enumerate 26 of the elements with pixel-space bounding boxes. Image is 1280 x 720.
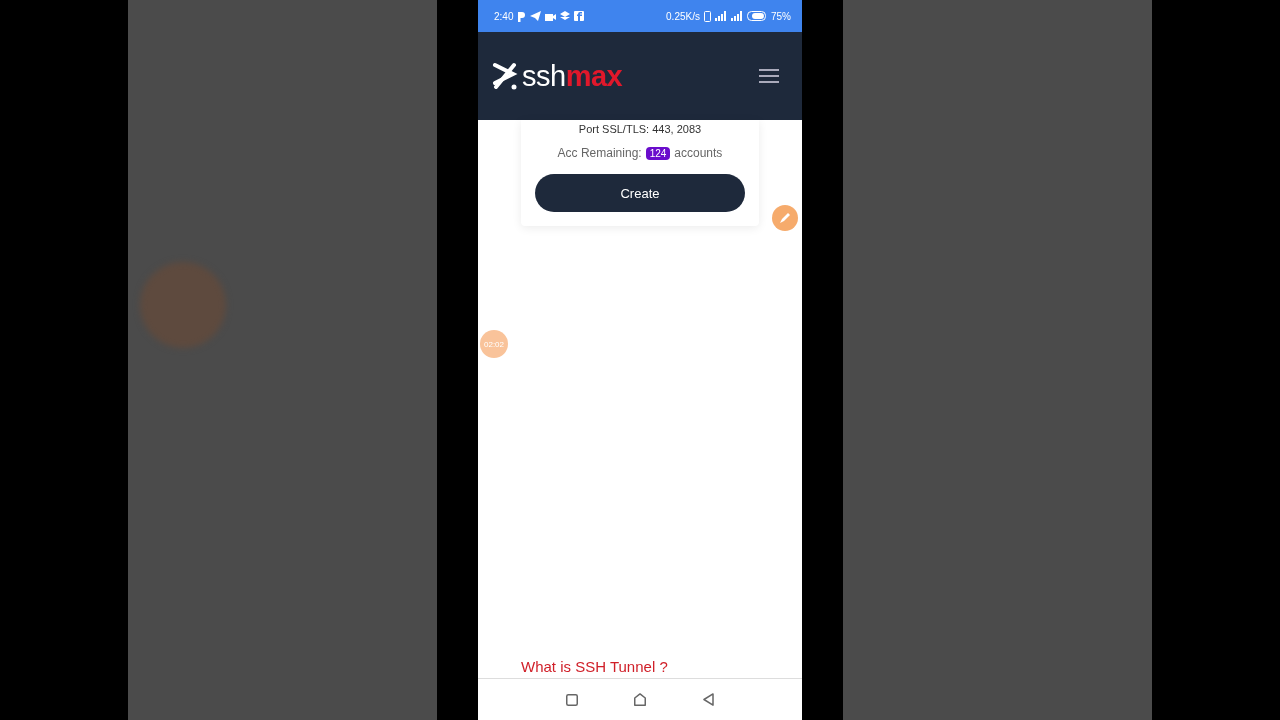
port-info: Port SSL/TLS: 443, 2083: [578, 122, 702, 136]
battery-percentage: 75%: [771, 10, 791, 22]
remaining-label: Acc Remaining:: [557, 146, 642, 160]
send-icon: [530, 11, 542, 21]
square-icon: [566, 693, 579, 706]
create-button[interactable]: Create: [535, 174, 745, 212]
remaining-count: 124: [645, 146, 671, 160]
logo-wordmark[interactable]: sshmax: [522, 60, 623, 92]
section-heading: What is SSH Tunnel ?: [521, 658, 668, 676]
home-icon: [634, 693, 647, 706]
square-f-icon: [574, 11, 585, 21]
parking-icon: [517, 10, 527, 22]
menu-icon: [759, 68, 779, 84]
layers-icon: [560, 11, 571, 21]
remaining-unit: accounts: [674, 146, 723, 160]
network-speed: 0.25K/s: [666, 10, 700, 22]
signal-icon: [731, 11, 743, 21]
camera-icon: [545, 11, 557, 21]
back-icon: [702, 693, 714, 706]
phone-outline-icon: [704, 10, 711, 22]
pencil-bubble[interactable]: [772, 205, 798, 231]
signal-icon: [715, 11, 727, 21]
status-time: 2:40: [494, 10, 514, 22]
pencil-icon: [779, 212, 791, 224]
logo-icon: [492, 61, 518, 91]
battery-icon: [747, 11, 767, 21]
